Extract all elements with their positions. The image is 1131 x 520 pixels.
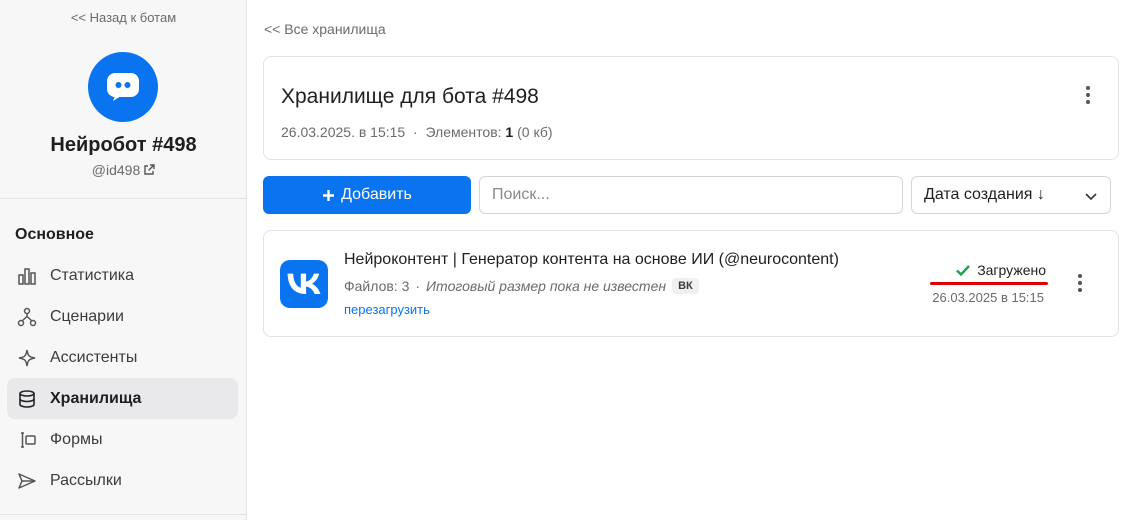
elements-count: 1 xyxy=(505,124,514,140)
status-underline xyxy=(930,282,1048,285)
section-title: Основное xyxy=(15,226,94,243)
sort-select[interactable]: Дата создания ↓ xyxy=(911,176,1111,214)
toolbar: Добавить Дата создания ↓ xyxy=(263,176,1119,214)
bar-chart-icon xyxy=(16,265,38,287)
meta-separator: · xyxy=(413,124,418,140)
check-icon xyxy=(956,264,971,276)
app-root: << Назад к ботам Нейробот #498 @id498 Ос… xyxy=(0,0,1131,520)
elements-label: Элементов: xyxy=(425,124,502,140)
storage-header-card: Хранилище для бота #498 26.03.2025. в 15… xyxy=(263,56,1119,160)
add-button[interactable]: Добавить xyxy=(263,176,471,214)
storage-item-card: Нейроконтент | Генератор контента на осн… xyxy=(263,230,1119,337)
status-text: Загружено xyxy=(977,262,1046,278)
bot-avatar xyxy=(88,52,158,122)
sidebar-divider-bottom xyxy=(0,514,246,515)
elements-size: (0 кб) xyxy=(517,124,553,140)
sidebar-divider xyxy=(0,198,246,199)
dot xyxy=(1078,281,1082,285)
sidebar-item-mailings[interactable]: Рассылки xyxy=(7,460,238,501)
size-note: Итоговый размер пока не известен xyxy=(426,278,667,294)
bot-handle-text: @id498 xyxy=(91,162,141,178)
send-icon xyxy=(16,470,38,492)
chevron-down-icon xyxy=(1085,193,1097,201)
add-button-label: Добавить xyxy=(341,186,412,203)
bot-name: Нейробот #498 xyxy=(50,134,197,156)
item-more-button[interactable] xyxy=(1068,269,1092,297)
meta-separator: · xyxy=(415,278,421,294)
dot xyxy=(1078,288,1082,292)
sidebar-item-assistants[interactable]: Ассистенты xyxy=(7,337,238,378)
all-storages-link[interactable]: << Все хранилища xyxy=(264,21,386,37)
storage-meta: 26.03.2025. в 15:15 · Элементов: 1 (0 кб… xyxy=(281,124,553,140)
sidebar-item-forms[interactable]: Формы xyxy=(7,419,238,460)
back-to-bots-link[interactable]: << Назад к ботам xyxy=(0,10,247,25)
dot xyxy=(1086,86,1090,90)
vk-logo-icon xyxy=(280,260,328,308)
reload-link[interactable]: перезагрузить xyxy=(344,302,430,317)
page-title: Хранилище для бота #498 xyxy=(281,85,539,108)
sidebar-item-label: Ассистенты xyxy=(50,348,138,366)
sparkle-icon xyxy=(16,347,38,369)
item-title[interactable]: Нейроконтент | Генератор контента на осн… xyxy=(344,251,839,269)
bot-chat-icon xyxy=(107,73,139,101)
storage-more-button[interactable] xyxy=(1076,81,1100,109)
status-date: 26.03.2025 в 15:15 xyxy=(932,290,1044,305)
sidebar-item-label: Рассылки xyxy=(50,471,122,489)
sidebar-item-label: Формы xyxy=(50,430,103,448)
database-icon xyxy=(16,388,38,410)
sidebar-item-storage[interactable]: Хранилища xyxy=(7,378,238,419)
sidebar-nav: Статистика Сценарии Ассистенты Хранилища xyxy=(7,255,238,501)
main-content: << Все хранилища Хранилище для бота #498… xyxy=(247,0,1131,520)
item-meta: Файлов: 3 · Итоговый размер пока не изве… xyxy=(344,278,699,294)
sidebar-item-label: Хранилища xyxy=(50,389,142,407)
dot xyxy=(1086,93,1090,97)
source-badge: ВК xyxy=(672,278,699,294)
dot xyxy=(1078,274,1082,278)
storage-date: 26.03.2025. в 15:15 xyxy=(281,124,406,140)
search-input[interactable] xyxy=(479,176,903,214)
external-link-icon xyxy=(144,164,155,175)
sort-selected-value: Дата создания ↓ xyxy=(924,186,1045,203)
sidebar: << Назад к ботам Нейробот #498 @id498 Ос… xyxy=(0,0,247,520)
flow-icon xyxy=(16,306,38,328)
dot xyxy=(1086,100,1090,104)
sidebar-item-label: Сценарии xyxy=(50,307,124,325)
status-badge: Загружено xyxy=(956,262,1046,278)
form-icon xyxy=(16,429,38,451)
sidebar-item-statistics[interactable]: Статистика xyxy=(7,255,238,296)
files-count: Файлов: 3 xyxy=(344,278,410,294)
sidebar-item-label: Статистика xyxy=(50,266,135,284)
plus-icon xyxy=(323,189,335,201)
bot-handle-link[interactable]: @id498 xyxy=(0,162,247,178)
sidebar-item-scenarios[interactable]: Сценарии xyxy=(7,296,238,337)
